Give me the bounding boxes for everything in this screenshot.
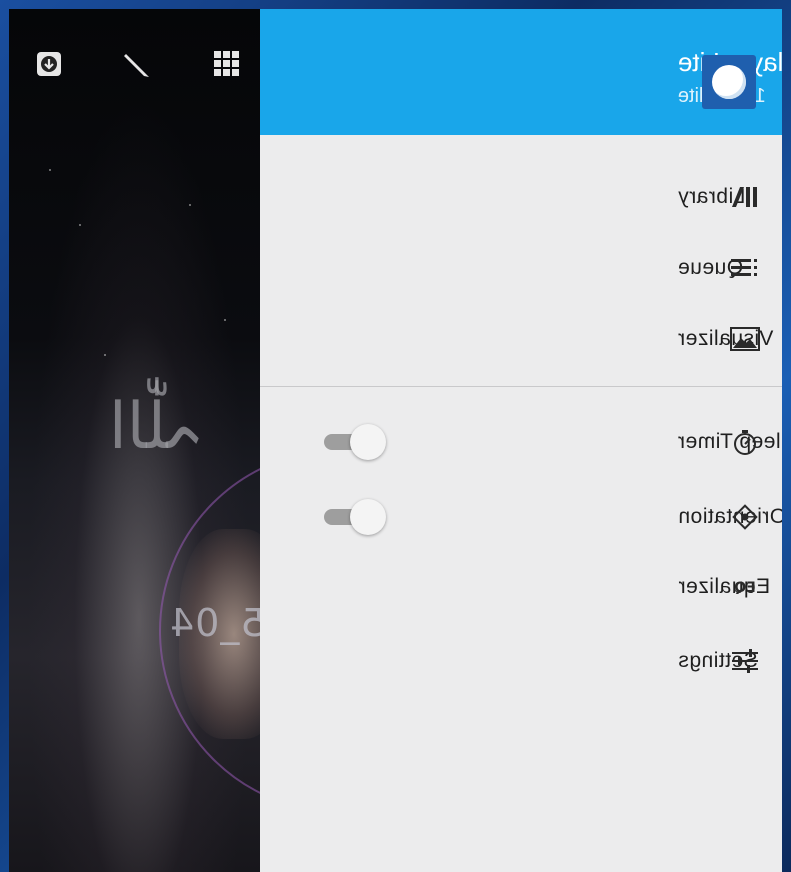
menu-item-library[interactable]: Library <box>260 165 782 229</box>
menu-divider <box>260 386 782 387</box>
grid-icon[interactable] <box>212 49 242 79</box>
svg-text:EQ: EQ <box>734 580 756 596</box>
menu-item-sleep-timer[interactable]: Sleep Timer <box>260 410 782 474</box>
menu-item-equalizer[interactable]: Equalizer EQ <box>260 555 782 619</box>
drawer-header: Avee Player Lite 1.2.98-lite <box>260 9 782 135</box>
library-icon <box>730 182 760 212</box>
menu-item-visualizer[interactable]: Visualizer <box>260 307 782 371</box>
sliders-icon <box>730 646 760 676</box>
lock-orientation-toggle[interactable] <box>316 499 386 535</box>
background-app-content: اللّٰہ 2021_04_12_23_25_04 <box>9 9 269 872</box>
download-icon[interactable] <box>34 49 64 79</box>
menu-item-lock-orientation[interactable]: Lock Orientation <box>260 485 782 549</box>
timer-icon <box>730 427 760 457</box>
top-toolbar <box>9 39 269 89</box>
album-art-calligraphy: اللّٰہ <box>109 390 205 464</box>
app-logo-icon <box>702 55 756 109</box>
menu-item-queue[interactable]: Queue <box>260 236 782 300</box>
screen-rotation-icon <box>730 502 760 532</box>
image-icon <box>730 324 760 354</box>
phone-screen: اللّٰہ 2021_04_12_23_25_04 <box>9 9 782 872</box>
track-timestamp-title: 2021_04_12_23_25_04 <box>169 601 269 645</box>
eq-icon: EQ <box>730 572 760 602</box>
navigation-drawer: Avee Player Lite 1.2.98-lite Library Que… <box>260 9 782 872</box>
sleep-timer-toggle[interactable] <box>316 424 386 460</box>
menu-item-settings[interactable]: Settings <box>260 629 782 693</box>
queue-icon <box>730 253 760 283</box>
pencil-icon[interactable] <box>122 49 152 79</box>
